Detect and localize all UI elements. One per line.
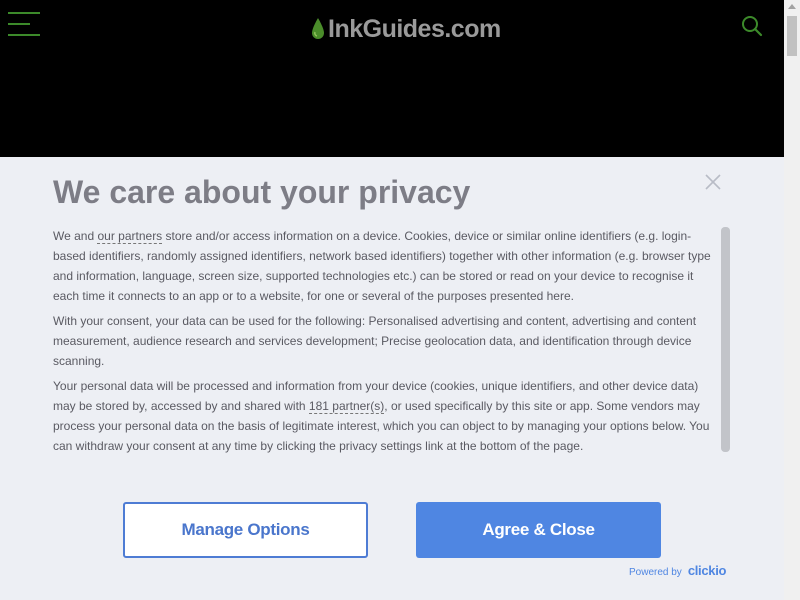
consent-title: We care about your privacy: [53, 174, 471, 210]
clickio-logo: clickio: [687, 563, 727, 578]
page-scrollbar-thumb[interactable]: [787, 16, 797, 56]
consent-body-text: We and our partners store and/or access …: [53, 226, 721, 456]
consent-body-scrollbar[interactable]: [721, 227, 730, 452]
agree-and-close-button[interactable]: Agree & Close: [416, 502, 661, 558]
partners-count-link[interactable]: 181 partner(s): [308, 399, 385, 414]
ink-drop-icon: [312, 18, 324, 39]
consent-paragraph-2: With your consent, your data can be used…: [53, 314, 697, 368]
search-icon[interactable]: [740, 14, 764, 38]
site-logo[interactable]: InkGuides.com: [311, 12, 501, 46]
consent-scrollbar-thumb[interactable]: [721, 227, 730, 452]
manage-options-button[interactable]: Manage Options: [123, 502, 368, 558]
our-partners-link[interactable]: our partners: [97, 229, 163, 244]
logo-text: InkGuides.com: [328, 14, 501, 43]
powered-by-label: Powered by: [629, 567, 682, 578]
privacy-consent-dialog: We care about your privacy We and our pa…: [0, 157, 784, 600]
scroll-up-arrow-icon[interactable]: [788, 4, 796, 9]
page-scrollbar[interactable]: [784, 0, 800, 600]
site-header: InkGuides.com: [0, 0, 784, 157]
hamburger-menu-icon[interactable]: [8, 12, 40, 38]
powered-by[interactable]: Powered by clickio: [629, 563, 726, 578]
close-icon[interactable]: [703, 172, 723, 192]
consent-paragraph-1: We and our partners store and/or access …: [53, 229, 711, 303]
consent-paragraph-3: Your personal data will be processed and…: [53, 379, 710, 453]
